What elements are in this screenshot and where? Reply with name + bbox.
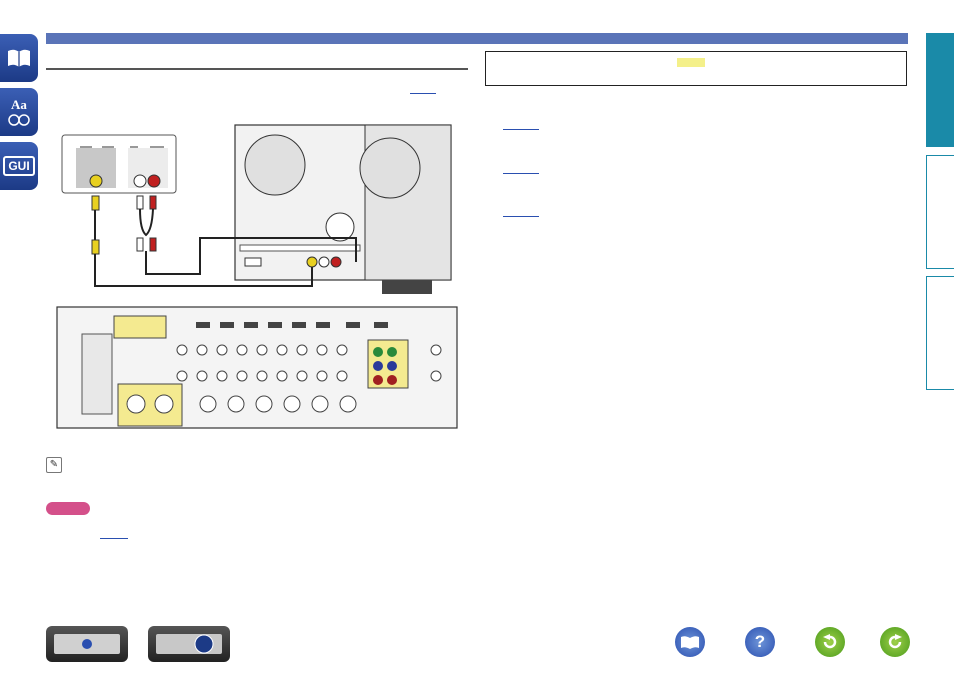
back-icon[interactable]: [815, 627, 845, 657]
receiver-front-icon: [54, 634, 120, 654]
book-icon: [681, 636, 699, 649]
page-link[interactable]: [503, 216, 539, 217]
highlight-mark: [677, 58, 705, 67]
tab-section-2[interactable]: [926, 155, 954, 269]
forward-icon[interactable]: [880, 627, 910, 657]
gui-label: GUI: [3, 156, 35, 176]
front-connection-diagram: [61, 124, 452, 294]
page-link[interactable]: [410, 93, 436, 94]
page-link[interactable]: [503, 173, 539, 174]
index-icon[interactable]: [675, 627, 705, 657]
undo-arrow-icon: [823, 634, 837, 649]
glossary-icon[interactable]: Aa: [0, 88, 38, 136]
front-panel-thumbnail[interactable]: [46, 626, 128, 662]
header-bar: [46, 33, 908, 44]
help-glyph: ?: [754, 632, 766, 651]
rear-panel-thumbnail[interactable]: [148, 626, 230, 662]
page-link[interactable]: [503, 129, 539, 130]
note-box: [485, 51, 907, 86]
receiver-rear-icon: [156, 634, 222, 654]
rear-panel-diagram: [56, 306, 458, 429]
pencil-note-icon: ✎: [46, 457, 62, 473]
glossary-label: Aa: [11, 97, 27, 112]
speaker-faces-icon: [8, 114, 30, 126]
gui-icon[interactable]: GUI: [0, 142, 38, 190]
manual-book-icon[interactable]: [0, 34, 38, 82]
redo-arrow-icon: [888, 634, 902, 649]
section-rule: [46, 68, 468, 70]
book-icon: [8, 49, 30, 67]
note-pill: [46, 502, 90, 515]
tab-section-1[interactable]: [926, 33, 954, 147]
tab-section-3[interactable]: [926, 276, 954, 390]
page-link[interactable]: [100, 538, 128, 539]
help-icon[interactable]: ?: [745, 627, 775, 657]
